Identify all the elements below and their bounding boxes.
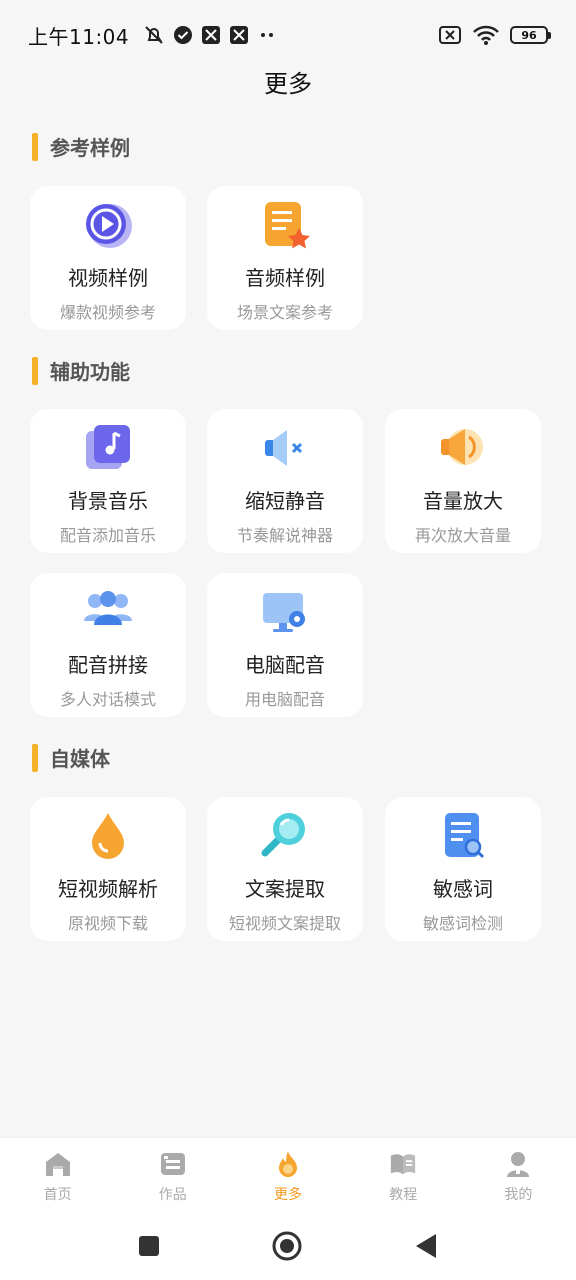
- card-title: 短视频解析: [58, 877, 158, 901]
- more-dots-icon: [257, 25, 277, 45]
- nav-item-mine[interactable]: 我的: [461, 1138, 576, 1212]
- card-shorten-silence[interactable]: 缩短静音 节奏解说神器: [207, 409, 363, 553]
- wifi-icon: [472, 24, 500, 46]
- system-nav-bar: [0, 1212, 576, 1280]
- card-background-music[interactable]: 背景音乐 配音添加音乐: [30, 409, 186, 553]
- card-subtitle: 用电脑配音: [244, 690, 325, 709]
- monitor-icon: [259, 587, 311, 637]
- nav-item-tutorial[interactable]: 教程: [346, 1138, 461, 1212]
- card-subtitle: 原视频下载: [67, 914, 148, 933]
- play-icon: [82, 200, 134, 250]
- book-icon: [389, 1150, 417, 1178]
- card-sensitive-words[interactable]: 敏感词 敏感词检测: [385, 797, 541, 941]
- card-subtitle: 敏感词检测: [422, 914, 503, 933]
- card-subtitle: 短视频文案提取: [228, 914, 341, 933]
- card-title: 文案提取: [245, 877, 325, 901]
- card-title: 敏感词: [433, 877, 493, 901]
- volume-up-icon: [437, 423, 489, 473]
- home-button[interactable]: [272, 1231, 302, 1261]
- card-subtitle: 配音添加音乐: [59, 526, 156, 545]
- card-video-parse[interactable]: 短视频解析 原视频下载: [30, 797, 186, 941]
- status-system-icons: 96: [428, 24, 551, 46]
- section-title: 辅助功能: [50, 360, 130, 384]
- bottom-nav: 首页 作品 更多 教程 我的: [0, 1137, 576, 1212]
- app-notification-icon: [201, 25, 221, 45]
- card-text-extract[interactable]: 文案提取 短视频文案提取: [207, 797, 363, 941]
- card-pc-dubbing[interactable]: 电脑配音 用电脑配音: [207, 573, 363, 717]
- status-bar: 上午11:04 96: [0, 0, 576, 70]
- status-time: 上午11:04: [28, 24, 130, 49]
- card-subtitle: 多人对话模式: [59, 690, 156, 709]
- section-header-media: 自媒体: [32, 743, 110, 772]
- card-title: 背景音乐: [68, 489, 148, 513]
- nav-item-home[interactable]: 首页: [0, 1138, 115, 1212]
- works-icon: [159, 1150, 187, 1178]
- recent-apps-button[interactable]: [138, 1235, 160, 1257]
- sim-off-icon: [438, 25, 462, 45]
- section-accent-bar: [32, 356, 38, 385]
- card-subtitle: 节奏解说神器: [236, 526, 333, 545]
- card-volume-boost[interactable]: 音量放大 再次放大音量: [385, 409, 541, 553]
- nav-label: 更多: [274, 1187, 302, 1203]
- nav-label: 首页: [43, 1187, 72, 1203]
- card-title: 视频样例: [68, 266, 148, 290]
- card-video-sample[interactable]: 视频样例 爆款视频参考: [30, 186, 186, 330]
- section-header-reference: 参考样例: [32, 132, 130, 161]
- card-subtitle: 爆款视频参考: [59, 303, 156, 322]
- card-title: 缩短静音: [245, 489, 325, 513]
- card-audio-sample[interactable]: 音频样例 场景文案参考: [207, 186, 363, 330]
- magnifier-icon: [259, 811, 311, 861]
- battery-indicator: 96: [510, 26, 551, 44]
- mute-bell-icon: [143, 24, 165, 46]
- card-voice-splice[interactable]: 配音拼接 多人对话模式: [30, 573, 186, 717]
- nav-label: 我的: [504, 1187, 533, 1203]
- nav-item-works[interactable]: 作品: [115, 1138, 230, 1212]
- card-title: 音频样例: [245, 266, 325, 290]
- page-title: 更多: [264, 70, 312, 98]
- doc-search-icon: [437, 811, 489, 861]
- back-button[interactable]: [414, 1233, 438, 1259]
- app-notification-icon: [229, 25, 249, 45]
- card-subtitle: 场景文案参考: [236, 303, 333, 322]
- nav-label: 作品: [158, 1187, 187, 1203]
- section-accent-bar: [32, 743, 38, 772]
- card-title: 配音拼接: [68, 653, 148, 677]
- card-title: 电脑配音: [245, 653, 325, 677]
- section-accent-bar: [32, 132, 38, 161]
- section-title: 自媒体: [50, 747, 110, 771]
- mute-speaker-icon: [259, 423, 311, 473]
- group-icon: [82, 587, 134, 637]
- status-notification-icons: [135, 24, 277, 46]
- nav-item-more[interactable]: 更多: [230, 1138, 345, 1212]
- card-subtitle: 再次放大音量: [414, 526, 511, 545]
- nav-label: 教程: [389, 1187, 418, 1203]
- home-icon: [44, 1150, 72, 1178]
- audio-doc-icon: [259, 200, 311, 250]
- section-title: 参考样例: [50, 136, 130, 160]
- drop-icon: [82, 811, 134, 861]
- card-title: 音量放大: [423, 489, 503, 513]
- fire-icon: [274, 1150, 302, 1178]
- section-header-assist: 辅助功能: [32, 356, 130, 385]
- music-note-icon: [82, 423, 134, 473]
- check-circle-icon: [173, 25, 193, 45]
- user-icon: [504, 1150, 532, 1178]
